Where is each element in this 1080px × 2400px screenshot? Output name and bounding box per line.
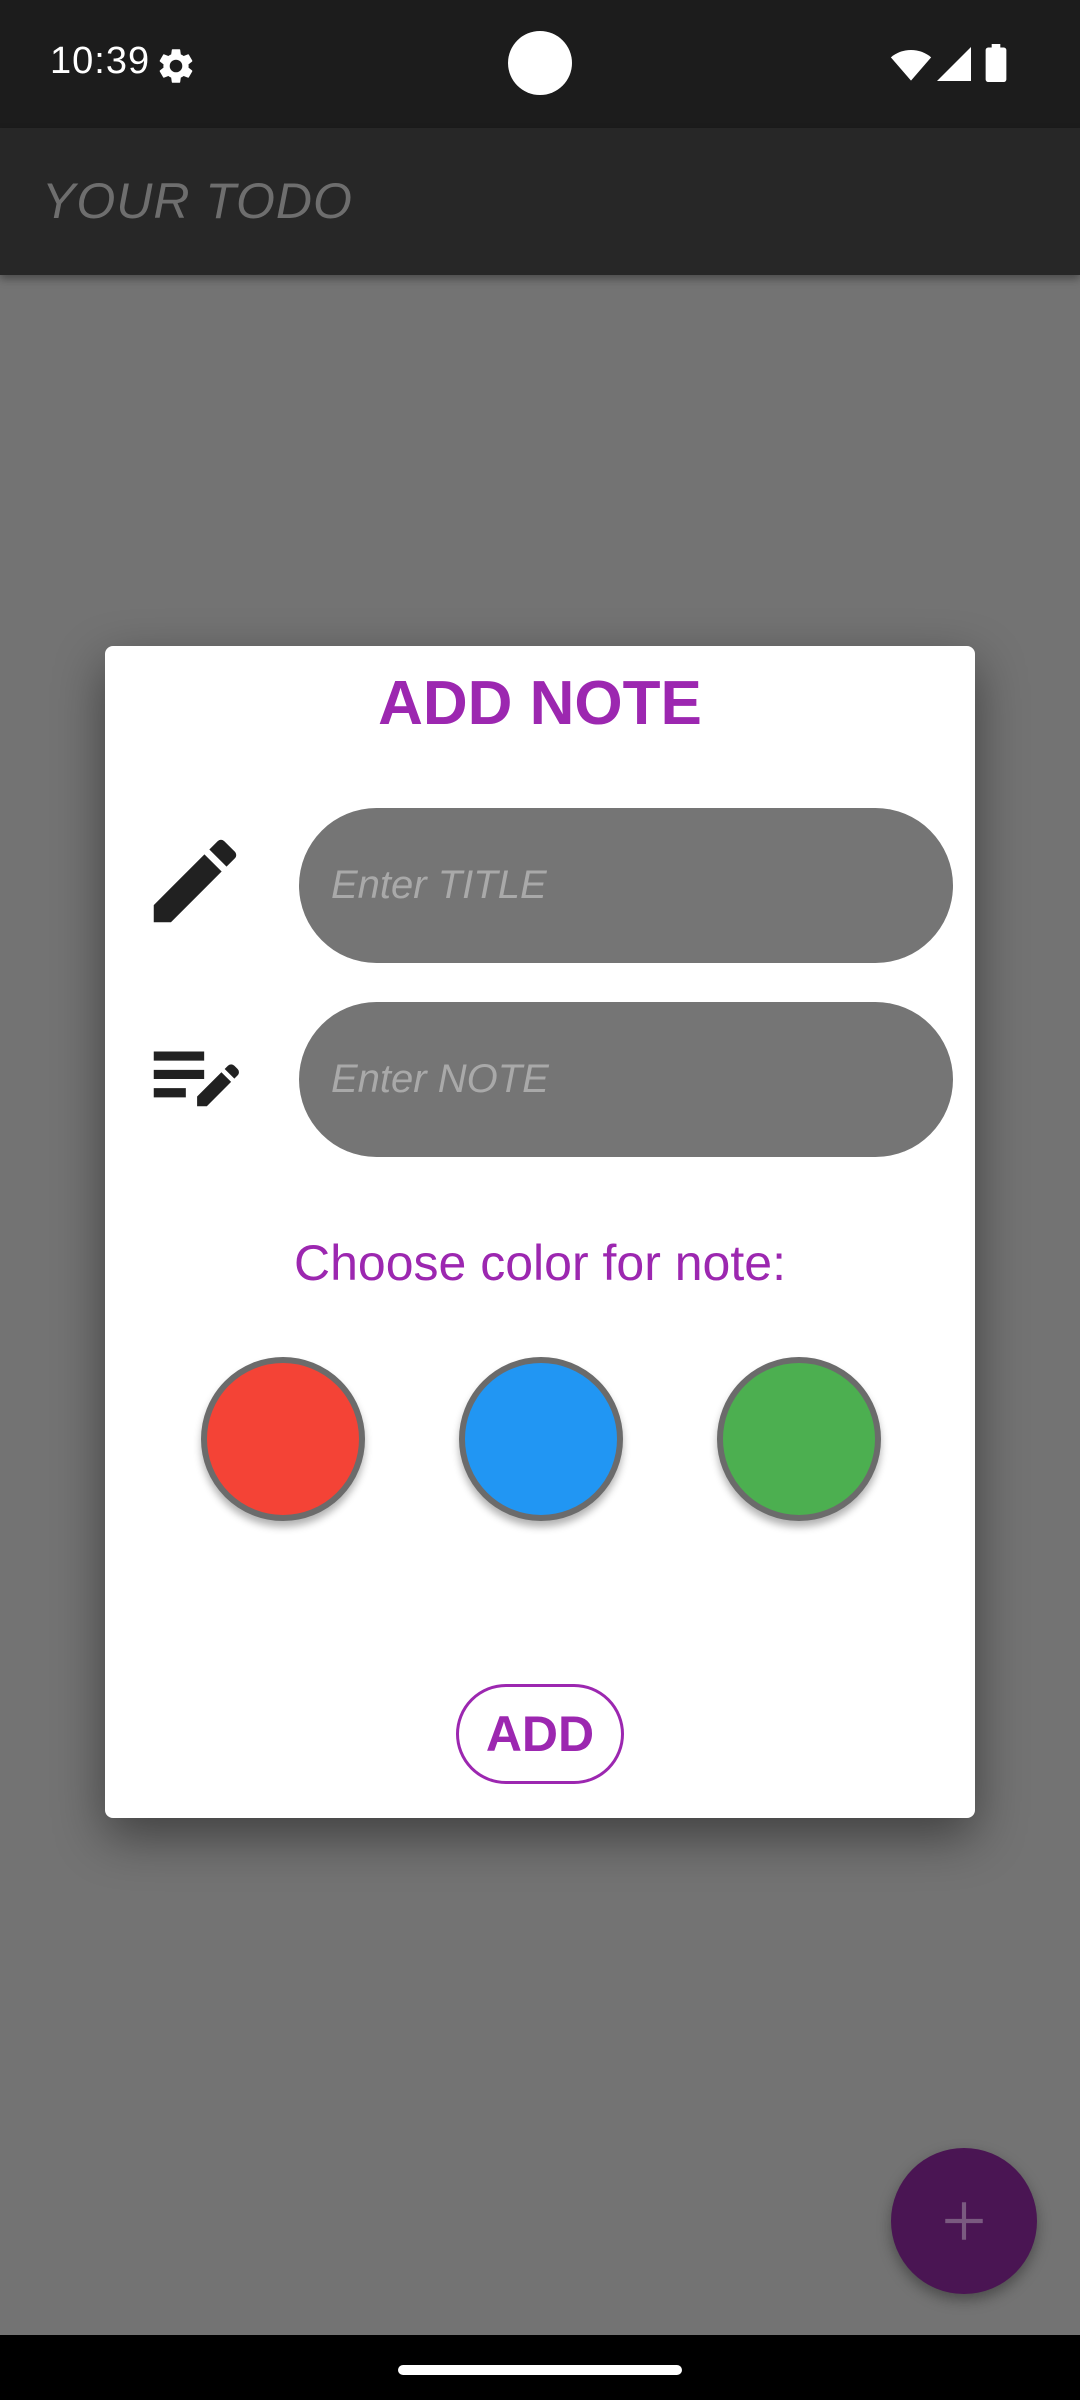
edit-note-icon	[153, 1051, 239, 1107]
title-input[interactable]	[299, 808, 953, 963]
pencil-icon	[153, 839, 237, 923]
color-prompt-label: Choose color for note:	[294, 1235, 786, 1291]
status-time: 10:39	[50, 40, 151, 82]
app-title: YOUR TODO	[42, 173, 353, 229]
cell-signal-icon	[937, 47, 971, 81]
settings-gear-icon	[159, 49, 193, 83]
note-input[interactable]	[299, 1002, 953, 1157]
add-button[interactable]: ADD	[456, 1684, 624, 1784]
blue-color-option[interactable]	[459, 1357, 623, 1521]
app-bar: YOUR TODO	[0, 128, 1080, 275]
green-color-option[interactable]	[717, 1357, 881, 1521]
red-color-option[interactable]	[201, 1357, 365, 1521]
dialog-title: ADD NOTE	[378, 669, 702, 738]
battery-icon	[985, 44, 1007, 82]
plus-icon	[945, 2202, 983, 2240]
wifi-icon	[890, 50, 932, 81]
camera-cutout	[508, 31, 572, 95]
status-bar: 10:39	[0, 0, 1080, 128]
home-indicator[interactable]	[398, 2365, 682, 2375]
navigation-bar	[0, 2335, 1080, 2400]
add-note-fab[interactable]	[891, 2148, 1037, 2294]
add-note-dialog: ADD NOTE Choose color for note: ADD	[105, 646, 975, 1818]
